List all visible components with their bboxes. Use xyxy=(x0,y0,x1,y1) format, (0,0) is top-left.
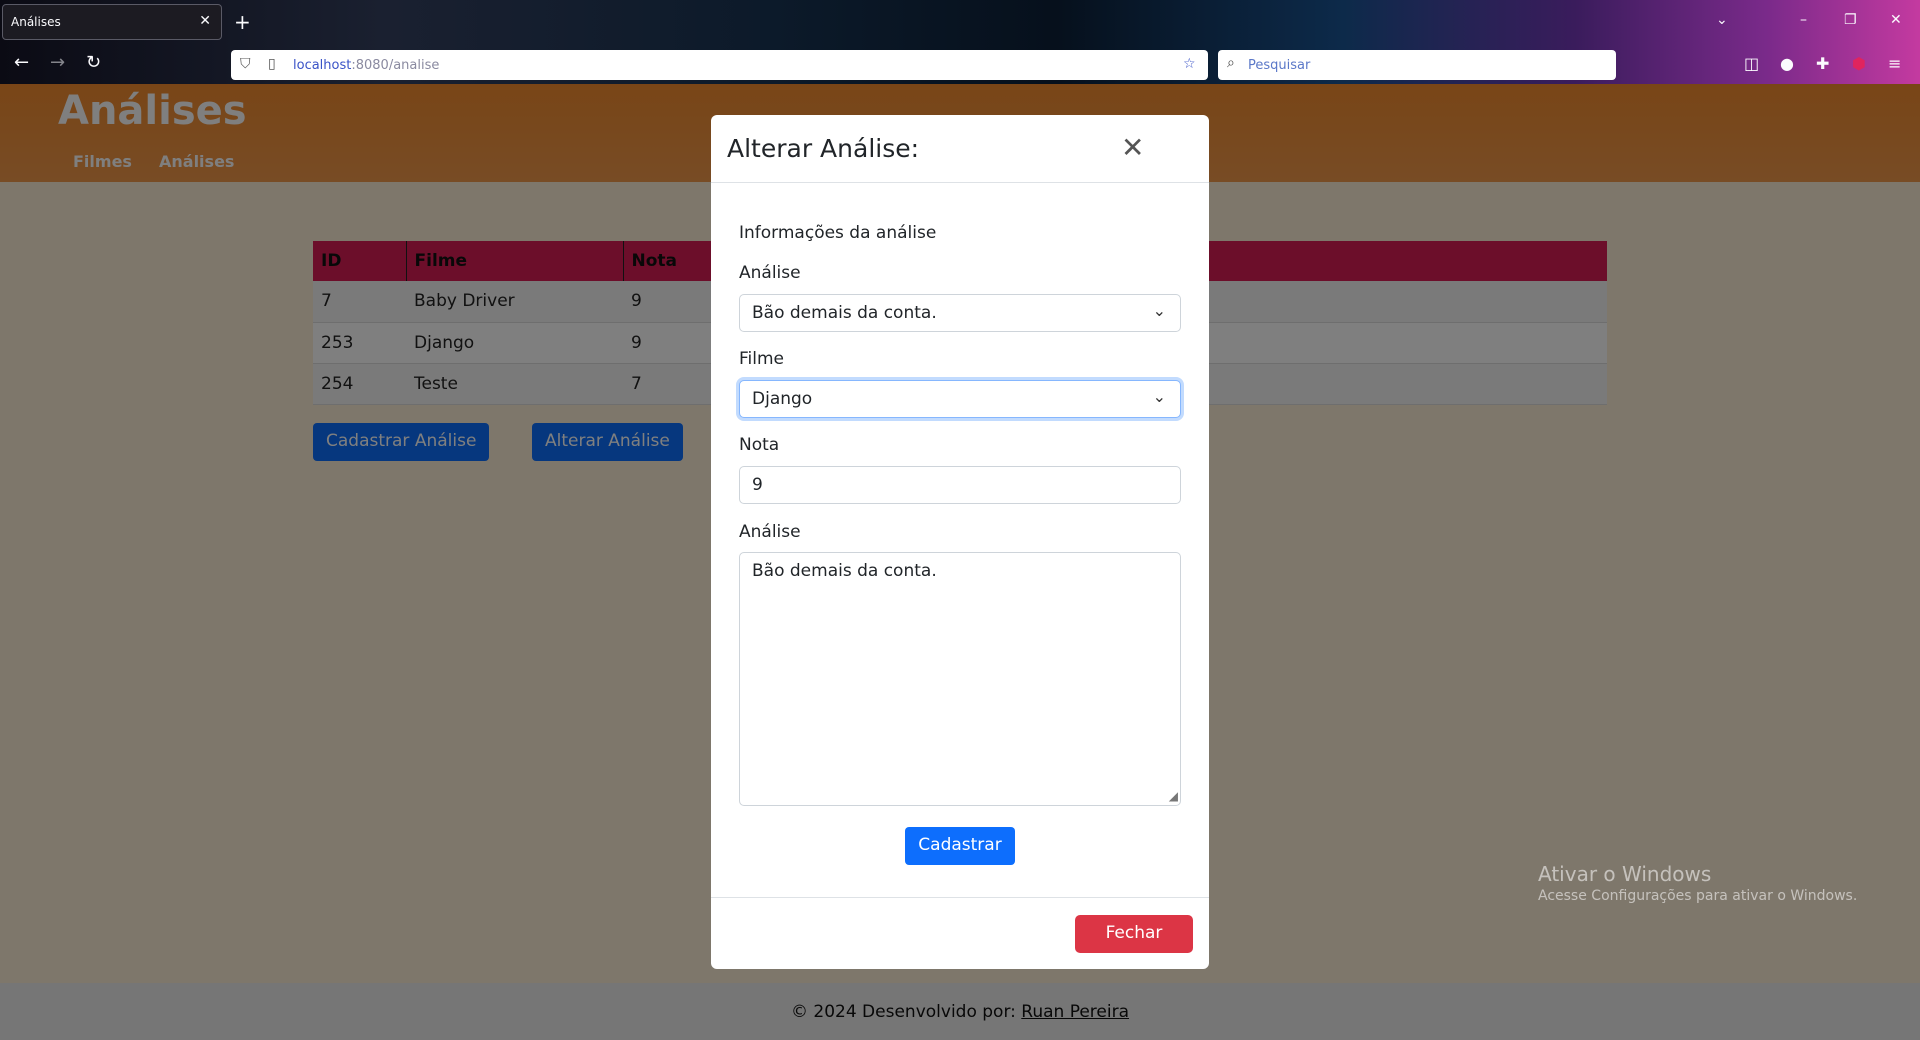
search-placeholder: Pesquisar xyxy=(1248,58,1311,73)
chevron-down-icon: ⌄ xyxy=(1152,387,1166,406)
analise-text-label: Análise xyxy=(739,522,801,542)
url-host: localhost xyxy=(293,58,352,73)
tab-bar: Análises ✕ + ⌄ – ❐ ✕ xyxy=(0,0,1920,44)
filme-select[interactable]: Django ⌄ xyxy=(739,380,1181,418)
chevron-down-icon: ⌄ xyxy=(1152,301,1166,320)
watermark-subtitle: Acesse Configurações para ativar o Windo… xyxy=(1538,888,1858,904)
filme-select-label: Filme xyxy=(739,349,785,369)
submit-button[interactable]: Cadastrar xyxy=(905,827,1015,865)
close-window-icon[interactable]: ✕ xyxy=(1890,12,1902,28)
watermark-title: Ativar o Windows xyxy=(1538,862,1712,886)
shield-icon[interactable]: ⛉ xyxy=(240,56,251,72)
resize-handle-icon[interactable]: ◢ xyxy=(1169,789,1178,803)
tab-title: Análises xyxy=(11,15,61,29)
menu-icon[interactable]: ≡ xyxy=(1888,54,1901,73)
url-bar[interactable]: ⛉ ▯ localhost:8080/analise ☆ xyxy=(231,50,1208,80)
search-bar[interactable]: ⌕ Pesquisar xyxy=(1218,50,1616,80)
nota-input[interactable]: 9 xyxy=(739,466,1181,504)
extensions-icon[interactable]: ✚ xyxy=(1816,54,1829,73)
forward-icon[interactable]: → xyxy=(50,52,65,73)
back-icon[interactable]: ← xyxy=(14,52,29,73)
analise-select[interactable]: Bão demais da conta. ⌄ xyxy=(739,294,1181,332)
analise-textarea-value: Bão demais da conta. xyxy=(752,561,937,581)
page-icon: ▯ xyxy=(268,56,276,72)
ublock-icon[interactable]: ⬢ xyxy=(1852,54,1866,73)
analise-textarea[interactable]: Bão demais da conta. ◢ xyxy=(739,552,1181,806)
new-tab-icon[interactable]: + xyxy=(234,10,251,34)
search-icon: ⌕ xyxy=(1227,55,1235,71)
browser-tab[interactable]: Análises ✕ xyxy=(2,4,222,40)
maximize-icon[interactable]: ❐ xyxy=(1844,12,1857,28)
windows-activation-watermark: Ativar o Windows Acesse Configurações pa… xyxy=(1538,862,1857,904)
modal-footer-divider xyxy=(711,897,1209,898)
tab-list-icon[interactable]: ⌄ xyxy=(1716,12,1728,28)
account-icon[interactable]: ● xyxy=(1780,54,1794,73)
modal-header: Alterar Análise: ✕ xyxy=(711,115,1209,183)
bookmark-star-icon[interactable]: ☆ xyxy=(1183,56,1196,72)
close-tab-icon[interactable]: ✕ xyxy=(199,13,211,29)
modal-title: Alterar Análise: xyxy=(727,134,920,163)
close-modal-button[interactable]: Fechar xyxy=(1075,915,1193,953)
reload-icon[interactable]: ↻ xyxy=(86,52,101,73)
section-title: Informações da análise xyxy=(739,223,937,243)
analise-select-value: Bão demais da conta. xyxy=(752,303,937,323)
close-icon[interactable]: ✕ xyxy=(1121,131,1144,164)
nota-label: Nota xyxy=(739,435,780,455)
alter-analysis-modal: Alterar Análise: ✕ Informações da anális… xyxy=(711,115,1209,969)
url-path: :8080/analise xyxy=(351,58,440,73)
filme-select-value: Django xyxy=(752,389,813,409)
analise-select-label: Análise xyxy=(739,263,801,283)
minimize-icon[interactable]: – xyxy=(1800,12,1807,28)
browser-chrome: Análises ✕ + ⌄ – ❐ ✕ ← → ↻ ⛉ ▯ localhost… xyxy=(0,0,1920,84)
pocket-icon[interactable]: ◫ xyxy=(1744,54,1759,73)
